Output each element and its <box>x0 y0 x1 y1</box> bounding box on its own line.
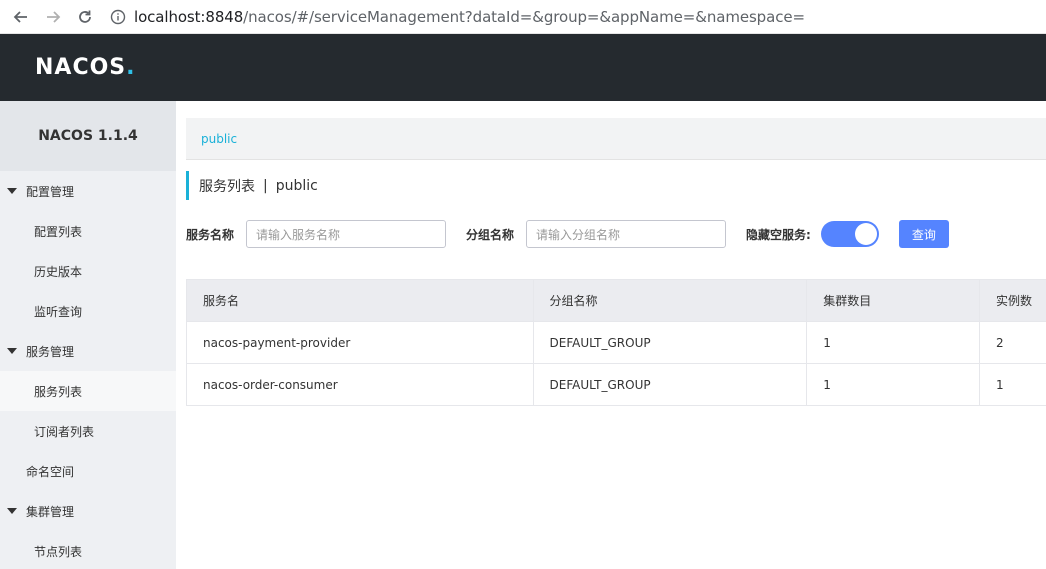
hide-empty-toggle[interactable] <box>820 221 879 247</box>
menu-item-listener-query[interactable]: 监听查询 <box>0 291 176 331</box>
address-bar[interactable]: localhost:8848/nacos/#/serviceManagement… <box>134 8 805 26</box>
cell-service-name: nacos-payment-provider <box>186 321 534 364</box>
cell-instance-count: 1 <box>979 363 1046 406</box>
column-header-cluster-count: 集群数目 <box>806 279 981 322</box>
nacos-logo[interactable]: NACOS. <box>35 55 136 80</box>
app-header: NACOS. <box>0 34 1046 101</box>
logo-text: NACOS <box>35 55 127 80</box>
query-button[interactable]: 查询 <box>898 220 949 248</box>
cell-group-name: DEFAULT_GROUP <box>532 363 808 406</box>
menu-group-label: 配置管理 <box>26 184 75 199</box>
column-header-instance-count: 实例数 <box>979 279 1046 322</box>
browser-toolbar: localhost:8848/nacos/#/serviceManagement… <box>0 0 1046 34</box>
back-icon[interactable] <box>10 6 32 28</box>
url-host: localhost:8848 <box>134 7 244 26</box>
cell-cluster-count: 1 <box>806 321 981 364</box>
service-table: 服务名 分组名称 集群数目 实例数 nacos-payment-provider… <box>186 279 1046 406</box>
menu-item-config-list[interactable]: 配置列表 <box>0 211 176 251</box>
cell-instance-count: 2 <box>979 321 1046 364</box>
filter-bar: 服务名称 请输入服务名称 分组名称 请输入分组名称 隐藏空服务: 查询 <box>186 220 1046 248</box>
column-header-service-name: 服务名 <box>186 279 534 322</box>
table-row[interactable]: nacos-order-consumer DEFAULT_GROUP 1 1 <box>186 363 1046 406</box>
url-path: /nacos/#/serviceManagement?dataId=&group… <box>243 7 805 26</box>
page-title-namespace: public <box>275 177 318 194</box>
table-header-row: 服务名 分组名称 集群数目 实例数 <box>186 279 1046 322</box>
cell-group-name: DEFAULT_GROUP <box>532 321 808 364</box>
service-name-label: 服务名称 <box>186 227 235 242</box>
namespace-link-public[interactable]: public <box>201 132 237 146</box>
caret-down-icon <box>7 508 17 514</box>
group-name-label: 分组名称 <box>466 227 515 242</box>
site-info-icon[interactable] <box>110 9 126 25</box>
menu-item-history[interactable]: 历史版本 <box>0 251 176 291</box>
reload-icon[interactable] <box>74 6 96 28</box>
group-name-input[interactable]: 请输入分组名称 <box>526 220 727 248</box>
forward-icon[interactable] <box>42 6 64 28</box>
namespace-bar: public <box>186 118 1046 160</box>
cell-cluster-count: 1 <box>806 363 981 406</box>
service-name-placeholder: 请输入服务名称 <box>256 227 341 242</box>
table-row[interactable]: nacos-payment-provider DEFAULT_GROUP 1 2 <box>186 321 1046 364</box>
group-name-placeholder: 请输入分组名称 <box>536 227 621 242</box>
menu-group-label: 集群管理 <box>26 504 75 519</box>
caret-down-icon <box>7 188 17 194</box>
title-separator: | <box>263 177 268 194</box>
logo-dot: . <box>126 55 136 80</box>
menu-item-node-list[interactable]: 节点列表 <box>0 531 176 569</box>
menu-item-subscriber-list[interactable]: 订阅者列表 <box>0 411 176 451</box>
caret-down-icon <box>7 348 17 354</box>
hide-empty-label: 隐藏空服务: <box>746 227 811 242</box>
cell-service-name: nacos-order-consumer <box>186 363 534 406</box>
menu-group-label: 服务管理 <box>26 344 75 359</box>
menu-group-cluster-management[interactable]: 集群管理 <box>0 491 176 531</box>
menu-group-service-management[interactable]: 服务管理 <box>0 331 176 371</box>
sidebar-version-title: NACOS 1.1.4 <box>0 101 176 171</box>
service-name-input[interactable]: 请输入服务名称 <box>246 220 447 248</box>
page-title-text: 服务列表 <box>199 178 255 195</box>
page-title: 服务列表 | public <box>186 171 318 200</box>
toggle-knob <box>854 223 877 245</box>
menu-item-namespace[interactable]: 命名空间 <box>0 451 176 491</box>
column-header-group-name: 分组名称 <box>532 279 808 322</box>
sidebar: NACOS 1.1.4 配置管理 配置列表 历史版本 监听查询 服务管理 服务列… <box>0 101 176 569</box>
menu-group-config-management[interactable]: 配置管理 <box>0 171 176 211</box>
menu-item-service-list[interactable]: 服务列表 <box>0 371 176 411</box>
